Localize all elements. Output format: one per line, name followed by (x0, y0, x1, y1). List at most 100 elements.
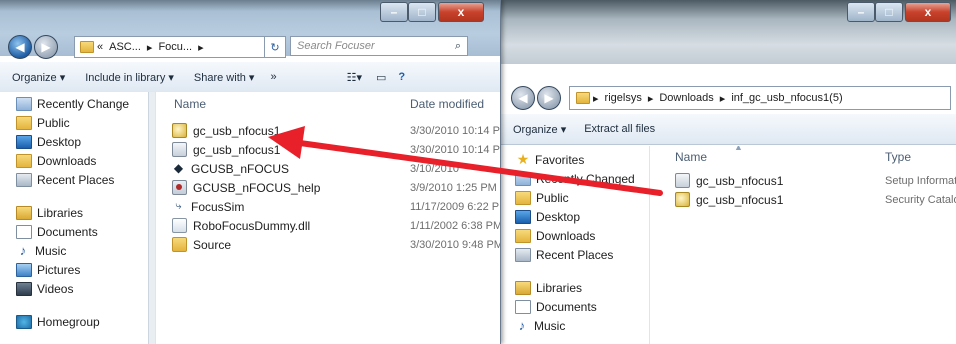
file-name: gc_usb_nfocus1 (696, 173, 784, 188)
shortcut-icon: ⤷ (175, 200, 182, 212)
file-row[interactable]: ◆ GCUSB_nFOCUS 3/10/2010 (156, 159, 500, 178)
preview-pane-button[interactable]: ▭ (376, 71, 386, 84)
left-maximize-button[interactable]: □ (408, 2, 436, 22)
file-date-modified: 1/11/2002 6:38 PM (410, 219, 500, 232)
file-date-modified: 3/30/2010 9:48 PM (410, 238, 500, 251)
nav-item-music[interactable]: ♪ Music (16, 241, 155, 260)
right-file-list: Name ▲ Type gc_usb_nfocus1 Setup Informat… (651, 146, 956, 344)
nav-item-label: Recent Places (536, 247, 614, 262)
music-icon: ♪ (518, 317, 526, 333)
nav-item-desktop[interactable]: Desktop (16, 132, 155, 151)
more-commands-button[interactable]: » (270, 71, 276, 83)
right-back-button[interactable]: ◀ (511, 86, 535, 110)
nav-item-favorites[interactable]: ★ Favorites (515, 150, 649, 169)
file-row[interactable]: Source 3/30/2010 9:48 PM (156, 235, 500, 254)
column-header-date-modified[interactable]: Date modified (410, 97, 484, 111)
recent-places-icon (515, 247, 531, 262)
nav-item-recently-changed[interactable]: Recently Changed (515, 169, 649, 188)
right-close-button[interactable]: x (905, 2, 951, 22)
share-with-button[interactable]: Share with ▾ (194, 71, 255, 84)
breadcrumb-inf-folder[interactable]: inf_gc_usb_nfocus1(5) (731, 92, 842, 104)
right-command-bar: Organize ▾ Extract all files (501, 114, 956, 145)
overflow-chevron-icon[interactable]: « (97, 41, 103, 53)
column-header-name[interactable]: Name (675, 150, 707, 164)
file-row[interactable]: RoboFocusDummy.dll 1/11/2002 6:38 PM (156, 216, 500, 235)
breadcrumb-downloads[interactable]: Downloads (659, 92, 713, 104)
folder-icon (80, 41, 94, 53)
security-catalog-icon (172, 123, 187, 138)
file-row[interactable]: GCUSB_nFOCUS_help 3/9/2010 1:25 PM (156, 178, 500, 197)
file-name: gc_usb_nfocus1 (696, 192, 784, 207)
nav-item-pictures[interactable]: Pictures (16, 260, 155, 279)
extract-all-files-button[interactable]: Extract all files (584, 123, 655, 135)
nav-item-public[interactable]: Public (515, 188, 649, 207)
include-in-library-button[interactable]: Include in library ▾ (85, 71, 174, 84)
file-row[interactable]: gc_usb_nfocus1 3/30/2010 10:14 P (156, 140, 500, 159)
right-organize-button[interactable]: Organize ▾ (513, 123, 566, 136)
help-icon[interactable]: ? (398, 71, 405, 83)
file-row[interactable]: ⤷ FocusSim 11/17/2009 6:22 P (156, 197, 500, 216)
recent-places-icon (16, 172, 32, 187)
refresh-button[interactable]: ↻ (264, 36, 286, 58)
downloads-icon (16, 153, 32, 168)
column-header-name[interactable]: Name (174, 97, 206, 111)
file-name: gc_usb_nfocus1 (193, 142, 281, 157)
nav-item-libraries[interactable]: Libraries (16, 203, 155, 222)
file-name-cell: gc_usb_nfocus1 (675, 192, 783, 207)
file-type: Security Catalog (885, 193, 956, 206)
nav-item-videos[interactable]: Videos (16, 279, 155, 298)
right-address-bar[interactable]: ▸ rigelsys ▸ Downloads ▸ inf_gc_usb_nfoc… (569, 86, 951, 110)
left-organize-button[interactable]: Organize ▾ (12, 71, 65, 84)
file-row[interactable]: gc_usb_nfocus1 Security Catalog (651, 190, 956, 209)
breadcrumb-asc[interactable]: ASC... (109, 41, 141, 53)
left-minimize-button[interactable]: – (380, 2, 408, 22)
nav-item-downloads[interactable]: Downloads (16, 151, 155, 170)
pictures-icon (16, 262, 32, 277)
nav-item-documents[interactable]: Documents (515, 297, 649, 316)
favorites-icon: ★ (516, 151, 530, 167)
file-date-modified: 3/30/2010 10:14 P (410, 124, 500, 137)
change-view-button[interactable]: ☷▾ (347, 71, 362, 84)
nav-item-label: Documents (37, 224, 98, 239)
right-maximize-button[interactable]: □ (875, 2, 903, 22)
column-header-type[interactable]: Type (885, 150, 911, 164)
nav-item-music[interactable]: ♪ Music (515, 316, 649, 335)
nav-item-label: Documents (536, 299, 597, 314)
nav-item-label: Desktop (37, 134, 82, 149)
right-navigation-pane: ★ Favorites Recently Changed Public Desktop D… (501, 146, 650, 344)
downloads-icon (515, 228, 531, 243)
left-search-input[interactable]: Search Focuser ⌕ (290, 36, 468, 56)
setup-information-icon (172, 142, 187, 157)
left-address-bar[interactable]: « ASC... ▸ Focu... ▸ ▾ (74, 36, 282, 58)
nav-item-documents[interactable]: Documents (16, 222, 155, 241)
folder-icon (16, 115, 32, 130)
right-forward-button[interactable]: ▶ (537, 86, 561, 110)
application-icon: ◆ (173, 161, 184, 175)
left-forward-button[interactable]: ▶ (34, 35, 58, 59)
breadcrumb-rigelsys[interactable]: rigelsys (605, 92, 642, 104)
nav-item-libraries[interactable]: Libraries (515, 278, 649, 297)
nav-item-recent-places[interactable]: Recent Places (515, 245, 649, 264)
left-nav-scrollbar[interactable] (148, 92, 155, 344)
nav-item-homegroup[interactable]: Homegroup (16, 312, 155, 331)
libraries-icon (16, 205, 32, 220)
nav-item-desktop[interactable]: Desktop (515, 207, 649, 226)
file-date-modified: 3/9/2010 1:25 PM (410, 181, 497, 194)
nav-item-public[interactable]: Public (16, 113, 155, 132)
right-minimize-button[interactable]: – (847, 2, 875, 22)
left-navigation-pane: Recently Change Public Desktop Downloads Rec… (0, 92, 156, 344)
nav-item-label: Recent Places (37, 172, 115, 187)
file-row[interactable]: gc_usb_nfocus1 Setup Informati (651, 171, 956, 190)
nav-item-recently-change[interactable]: Recently Change (16, 94, 155, 113)
file-row[interactable]: gc_usb_nfocus1 3/30/2010 10:14 P (156, 121, 500, 140)
search-icon[interactable]: ⌕ (455, 40, 461, 53)
nav-item-downloads[interactable]: Downloads (515, 226, 649, 245)
setup-information-icon (675, 173, 690, 188)
breadcrumb-focuser[interactable]: Focu... (158, 41, 192, 53)
recent-changes-icon (16, 96, 32, 111)
left-back-button[interactable]: ◀ (8, 35, 32, 59)
nav-item-recent-places[interactable]: Recent Places (16, 170, 155, 189)
chevron-right-icon: ▸ (146, 41, 153, 54)
left-close-button[interactable]: x (438, 2, 484, 22)
